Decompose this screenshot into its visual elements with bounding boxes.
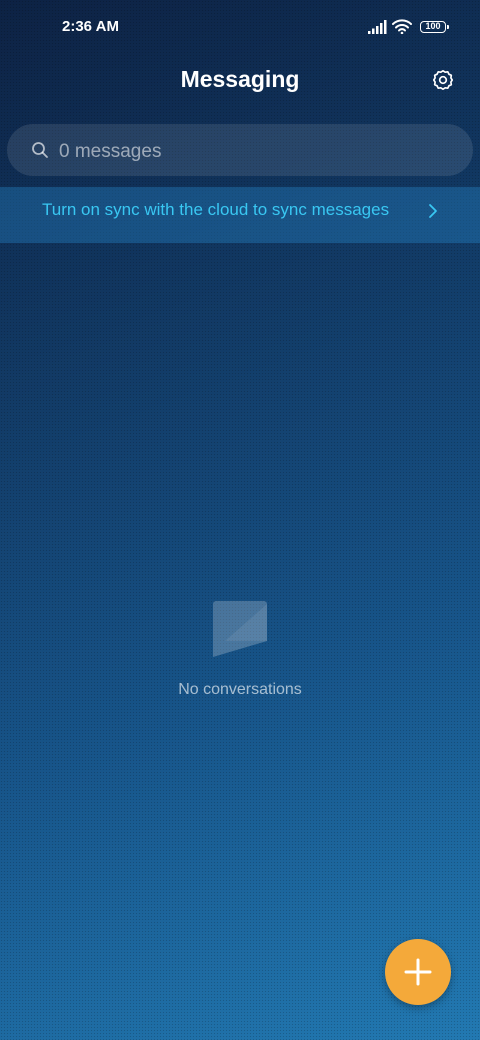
new-message-button[interactable] <box>385 939 451 1005</box>
plus-icon <box>404 958 432 986</box>
status-time: 2:36 AM <box>62 18 119 35</box>
chevron-right-icon <box>429 204 437 218</box>
sync-banner[interactable]: Turn on sync with the cloud to sync mess… <box>0 187 480 243</box>
gear-icon[interactable] <box>431 68 455 92</box>
empty-state-text: No conversations <box>178 681 302 698</box>
search-input[interactable] <box>57 138 441 166</box>
status-bar: 2:36 AM 100 <box>0 0 480 56</box>
page-title: Messaging <box>180 66 300 92</box>
search-icon <box>32 142 48 158</box>
message-bubble-icon <box>213 601 267 657</box>
search-bar[interactable] <box>7 124 473 176</box>
wifi-icon <box>392 19 412 34</box>
signal-icon <box>368 20 387 34</box>
battery-icon: 100 <box>420 21 449 33</box>
sync-banner-text: Turn on sync with the cloud to sync mess… <box>42 200 390 219</box>
battery-level: 100 <box>425 21 441 31</box>
